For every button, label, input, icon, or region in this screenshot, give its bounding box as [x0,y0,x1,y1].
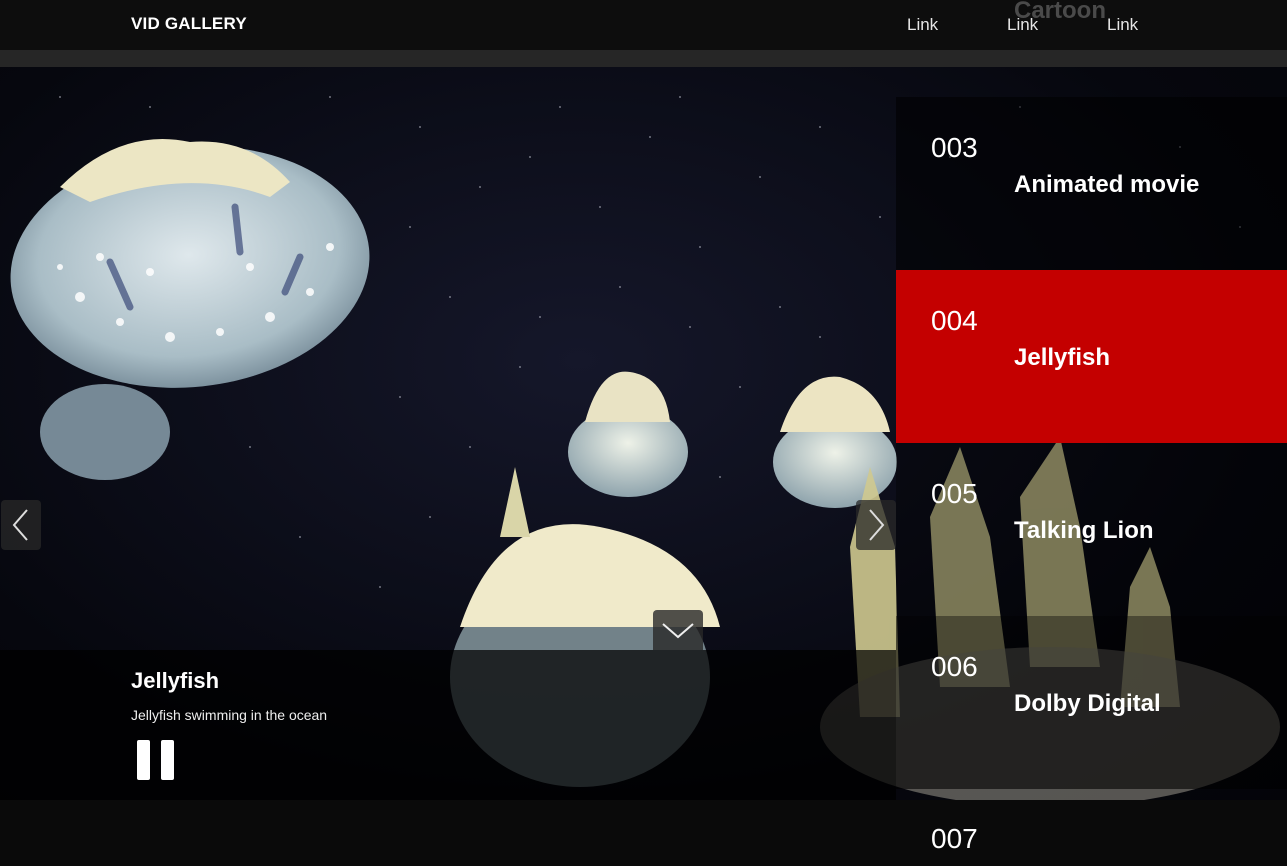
top-navbar: VID GALLERY Cartoon Link Link Link [0,0,1287,50]
playlist-item[interactable]: 005 Talking Lion [896,443,1287,616]
playlist-item-title: Dolby Digital [1014,690,1161,717]
video-description: Jellyfish swimming in the ocean [131,707,328,723]
playlist-item-number: 005 [931,478,978,509]
nav-link-1[interactable]: Link [907,15,938,35]
next-video-button[interactable] [856,500,896,550]
pause-icon-bar [161,740,174,780]
brand-logo[interactable]: VID GALLERY [131,14,247,34]
pause-button[interactable] [137,740,175,782]
playlist-item-title: Talking Lion [1014,517,1154,544]
video-player[interactable]: Jellyfish Jellyfish swimming in the ocea… [0,67,1287,800]
playlist-item-number: 007 [931,823,978,854]
chevron-right-icon [869,509,885,541]
playlist-item-number: 003 [931,132,978,163]
playlist-item-number: 004 [931,305,978,336]
collapse-caption-button[interactable] [653,610,703,650]
video-caption-panel: Jellyfish Jellyfish swimming in the ocea… [0,650,896,800]
chevron-down-icon [662,623,694,639]
nav-link-2[interactable]: Link [1007,15,1038,35]
playlist-item[interactable]: 007 [896,799,1287,866]
playlist-item[interactable]: 006 Dolby Digital [896,616,1287,789]
video-title: Jellyfish [131,668,220,693]
playlist-item-title: Animated movie [1014,171,1200,198]
nav-divider-strip [0,50,1287,67]
nav-link-3[interactable]: Link [1107,15,1138,35]
pause-icon [137,740,150,780]
playlist-item-active[interactable]: 004 Jellyfish [896,270,1287,443]
previous-video-button[interactable] [1,500,41,550]
playlist-item-number: 006 [931,651,978,682]
playlist-item-title: Jellyfish [1014,344,1111,371]
playlist-footer: 007 [0,800,1287,866]
playlist-item[interactable]: 003 Animated movie [896,97,1287,270]
chevron-left-icon [12,509,28,541]
